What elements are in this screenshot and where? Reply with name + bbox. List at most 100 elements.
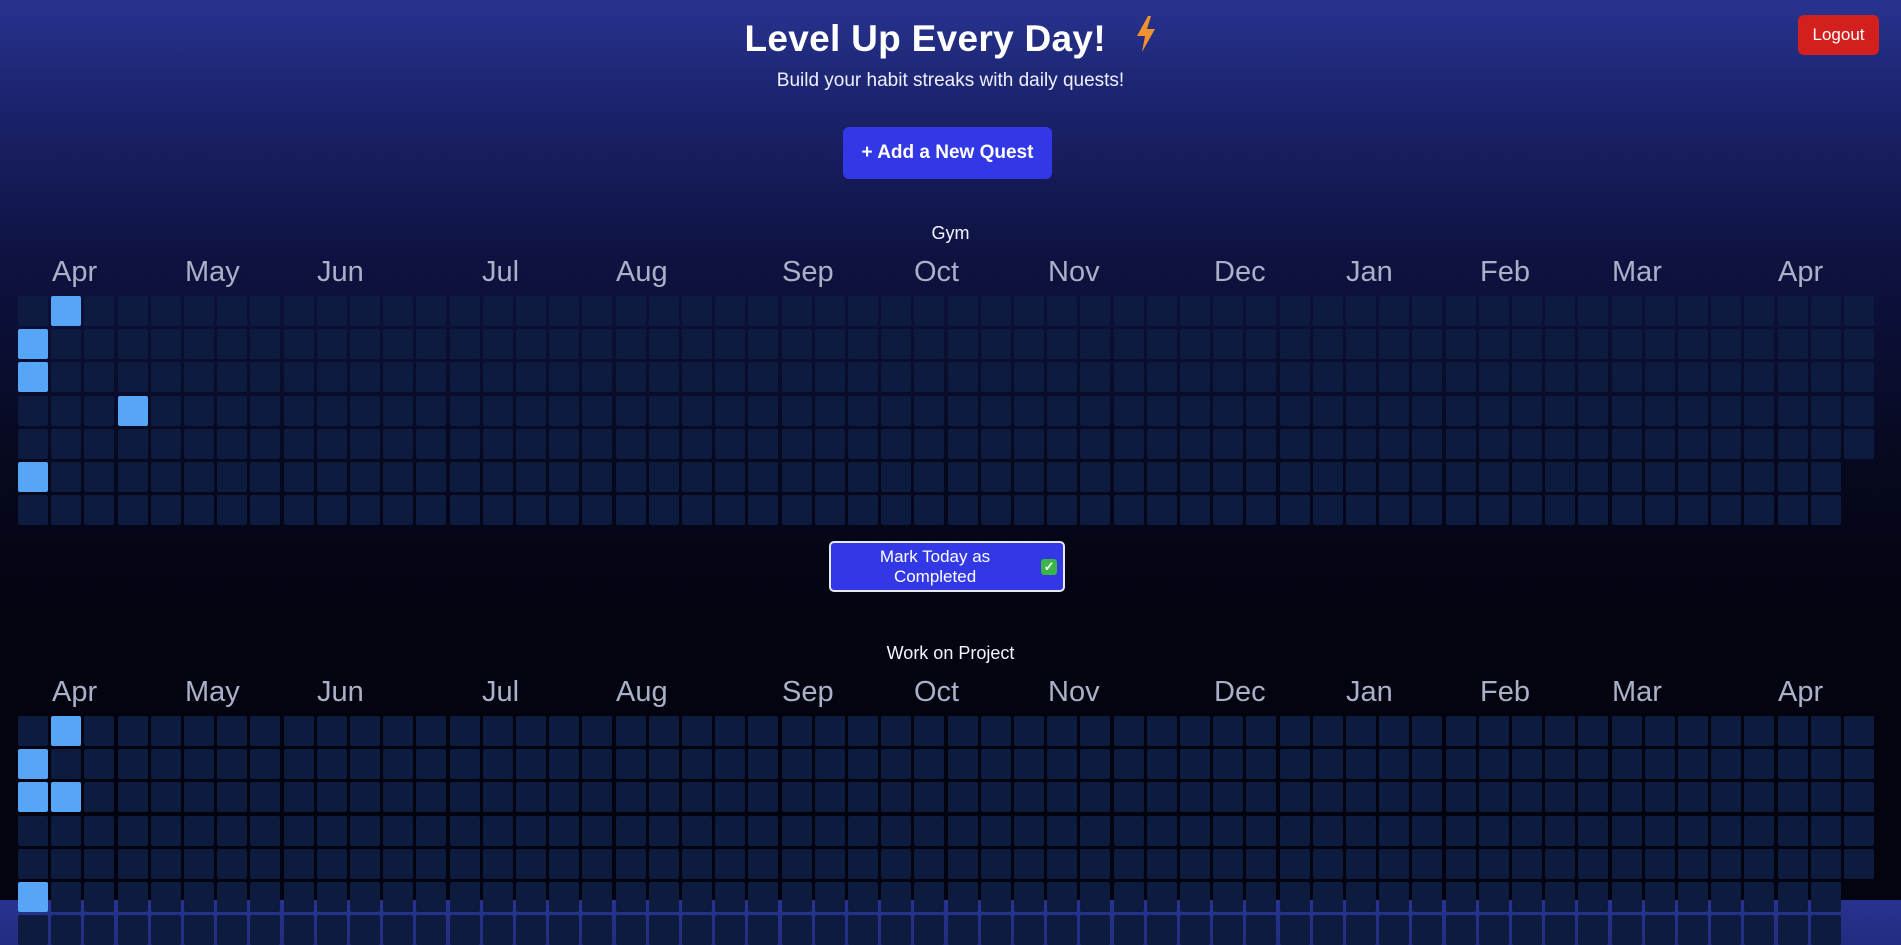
day-cell [51, 749, 81, 779]
day-cell [1811, 782, 1841, 812]
day-cell [284, 782, 314, 812]
day-cell [350, 429, 380, 459]
day-cell [217, 749, 247, 779]
day-cell [516, 782, 546, 812]
day-cell [914, 362, 944, 392]
day-cell [383, 849, 413, 879]
month-label: Aug [616, 676, 668, 708]
day-cell [1180, 716, 1210, 746]
day-cell [1711, 716, 1741, 746]
day-cell [1711, 749, 1741, 779]
day-cell [1114, 782, 1144, 812]
day-cell [350, 816, 380, 846]
day-cell [151, 816, 181, 846]
add-quest-button[interactable]: + Add a New Quest [843, 127, 1052, 179]
day-cell [250, 816, 280, 846]
day-cell [350, 915, 380, 945]
day-cell [881, 816, 911, 846]
day-cell [217, 882, 247, 912]
day-cell [1080, 396, 1110, 426]
day-cell [1412, 882, 1442, 912]
day-cell [1246, 849, 1276, 879]
day-cell [1612, 329, 1642, 359]
day-cell [1612, 749, 1642, 779]
day-cell [317, 429, 347, 459]
logout-button[interactable]: Logout [1798, 15, 1879, 55]
day-cell [848, 849, 878, 879]
day-cell [151, 495, 181, 525]
day-cell [1844, 749, 1874, 779]
day-cell [84, 716, 114, 746]
day-cell [1280, 749, 1310, 779]
day-cell [51, 495, 81, 525]
day-cell [1246, 329, 1276, 359]
day-cell [483, 882, 513, 912]
day-cell [1280, 329, 1310, 359]
day-cell [1479, 362, 1509, 392]
day-cell [649, 296, 679, 326]
day-cell [1346, 462, 1376, 492]
day-cell [815, 362, 845, 392]
day-cell [1014, 329, 1044, 359]
day-cell [1313, 329, 1343, 359]
day-cell [582, 782, 612, 812]
day-cell [948, 749, 978, 779]
mark-completed-button[interactable]: Mark Today as Completed ✓ [829, 541, 1065, 592]
day-cell [981, 816, 1011, 846]
day-cell [184, 849, 214, 879]
day-cell [1379, 716, 1409, 746]
day-cell [1412, 849, 1442, 879]
day-cell [1744, 495, 1774, 525]
day-cell [616, 849, 646, 879]
day-cell [715, 296, 745, 326]
day-cell [1811, 849, 1841, 879]
day-cell [1645, 816, 1675, 846]
day-cell [217, 816, 247, 846]
day-cell [1545, 296, 1575, 326]
day-cell [250, 396, 280, 426]
day-cell [881, 329, 911, 359]
day-cell [1811, 716, 1841, 746]
day-cell [151, 749, 181, 779]
day-cell [981, 396, 1011, 426]
day-cell [914, 816, 944, 846]
day-cell [84, 462, 114, 492]
day-cell [1578, 915, 1608, 945]
day-cell [1080, 462, 1110, 492]
day-cell [1147, 495, 1177, 525]
day-cell [118, 782, 148, 812]
day-cell [1313, 429, 1343, 459]
day-cell [815, 915, 845, 945]
day-cell [1280, 915, 1310, 945]
day-cell [1612, 782, 1642, 812]
day-cell [1379, 362, 1409, 392]
day-cell [1578, 362, 1608, 392]
day-cell [84, 362, 114, 392]
day-cell [118, 816, 148, 846]
day-cell [1479, 749, 1509, 779]
day-cell [284, 749, 314, 779]
day-cell [1280, 462, 1310, 492]
day-cell [84, 329, 114, 359]
day-cell [1545, 882, 1575, 912]
day-cell [1512, 882, 1542, 912]
day-cell [948, 429, 978, 459]
day-cell [616, 296, 646, 326]
month-label: Aug [616, 256, 668, 288]
day-cell [1213, 396, 1243, 426]
day-cell [217, 716, 247, 746]
day-cell [682, 296, 712, 326]
day-cell [1346, 849, 1376, 879]
checkmark-icon: ✓ [1041, 558, 1057, 575]
day-cell [1246, 495, 1276, 525]
day-cell [1114, 329, 1144, 359]
day-cell [1180, 396, 1210, 426]
day-cell [782, 782, 812, 812]
day-cell [250, 782, 280, 812]
day-cell [416, 882, 446, 912]
day-cell [815, 716, 845, 746]
day-cell [483, 915, 513, 945]
day-cell [516, 849, 546, 879]
day-cell [649, 362, 679, 392]
day-cell [350, 782, 380, 812]
